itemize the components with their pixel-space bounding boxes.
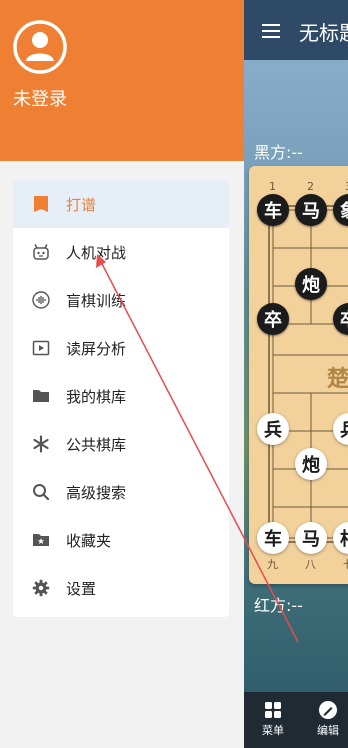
menu-item-label: 设置 bbox=[66, 580, 97, 598]
menu-item-label: 公共棋库 bbox=[66, 436, 127, 454]
avatar-icon[interactable] bbox=[13, 20, 67, 74]
menu-item-vs-computer[interactable]: 人机对战 bbox=[13, 228, 229, 276]
column-number-top: 2 bbox=[307, 180, 314, 193]
menu-item-favorites[interactable]: 收藏夹 bbox=[13, 516, 229, 564]
search-icon bbox=[33, 484, 50, 501]
black-side-label: 黑方:-- bbox=[254, 143, 303, 162]
edit-pencil-icon bbox=[319, 701, 337, 719]
robot-icon bbox=[33, 244, 49, 260]
asterisk-icon bbox=[33, 435, 49, 453]
menu-item-label: 高级搜索 bbox=[66, 484, 127, 502]
book-icon bbox=[34, 196, 48, 212]
red-cannon-piece[interactable]: 炮 bbox=[295, 448, 327, 480]
favorites-folder-icon bbox=[33, 534, 49, 546]
user-name[interactable]: 未登录 bbox=[13, 85, 67, 111]
black-cannon-piece[interactable]: 炮 bbox=[295, 268, 327, 300]
grid-menu-icon bbox=[265, 702, 281, 718]
column-number-bottom: 九 bbox=[267, 558, 278, 571]
menu-item-label: 我的棋库 bbox=[66, 388, 127, 406]
red-chariot-piece[interactable]: 车 bbox=[257, 522, 289, 554]
video-play-icon bbox=[32, 340, 50, 356]
bottom-edit-label: 编辑 bbox=[317, 724, 339, 737]
gear-icon bbox=[32, 579, 50, 597]
column-number-bottom: 七 bbox=[343, 556, 348, 572]
black-pawn-piece[interactable]: 卒 bbox=[257, 303, 289, 335]
black-chariot-piece[interactable]: 车 bbox=[257, 194, 289, 226]
folder-icon bbox=[33, 390, 49, 402]
menu-item-public-library[interactable]: 公共棋库 bbox=[13, 420, 229, 468]
menu-item-blind-training[interactable]: 盲棋训练 bbox=[13, 276, 229, 324]
drawer-menu: 打谱 人机对战 盲棋训练 读屏分析 我的棋库 公共棋库 高级搜索 收藏夹 设置 bbox=[13, 180, 229, 617]
bottom-menu-button[interactable]: 菜单 bbox=[253, 700, 293, 738]
menu-item-advanced-search[interactable]: 高级搜索 bbox=[13, 468, 229, 516]
menu-item-settings[interactable]: 设置 bbox=[13, 564, 229, 612]
audio-wave-icon bbox=[32, 291, 50, 309]
app-bar: 无标题 bbox=[244, 0, 348, 60]
column-number-top: 1 bbox=[269, 180, 276, 193]
chess-board[interactable]: 1 2 3 九 八 七 楚 车 马 象 炮 卒 卒 兵 兵 炮 车 马 相 bbox=[249, 166, 348, 584]
column-number-bottom: 八 bbox=[305, 558, 316, 571]
menu-item-label: 打谱 bbox=[66, 196, 97, 214]
river-text: 楚 bbox=[327, 367, 348, 392]
navigation-drawer: 未登录 打谱 人机对战 盲棋训练 读屏分析 我的棋库 公共棋库 高级搜索 收藏夹… bbox=[0, 0, 244, 748]
menu-item-screen-analysis[interactable]: 读屏分析 bbox=[13, 324, 229, 372]
menu-item-my-library[interactable]: 我的棋库 bbox=[13, 372, 229, 420]
drawer-header: 未登录 bbox=[0, 0, 244, 161]
bottom-edit-button[interactable]: 编辑 bbox=[308, 700, 348, 738]
menu-item-label: 人机对战 bbox=[66, 244, 127, 262]
menu-item-label: 收藏夹 bbox=[66, 532, 112, 550]
menu-item-score-record[interactable]: 打谱 bbox=[13, 180, 229, 228]
menu-item-label: 读屏分析 bbox=[66, 340, 127, 358]
bottom-menu-label: 菜单 bbox=[262, 724, 284, 737]
red-pawn-piece[interactable]: 兵 bbox=[257, 413, 289, 445]
hamburger-menu-icon[interactable] bbox=[262, 24, 280, 38]
menu-item-label: 盲棋训练 bbox=[66, 292, 127, 310]
red-horse-piece[interactable]: 马 bbox=[295, 522, 327, 554]
red-side-label: 红方:-- bbox=[254, 596, 303, 615]
background-app: 无标题 黑方:-- 1 2 bbox=[244, 0, 348, 748]
bottom-toolbar: 菜单 编辑 bbox=[244, 692, 348, 748]
black-horse-piece[interactable]: 马 bbox=[295, 194, 327, 226]
app-title: 无标题 bbox=[299, 21, 348, 45]
